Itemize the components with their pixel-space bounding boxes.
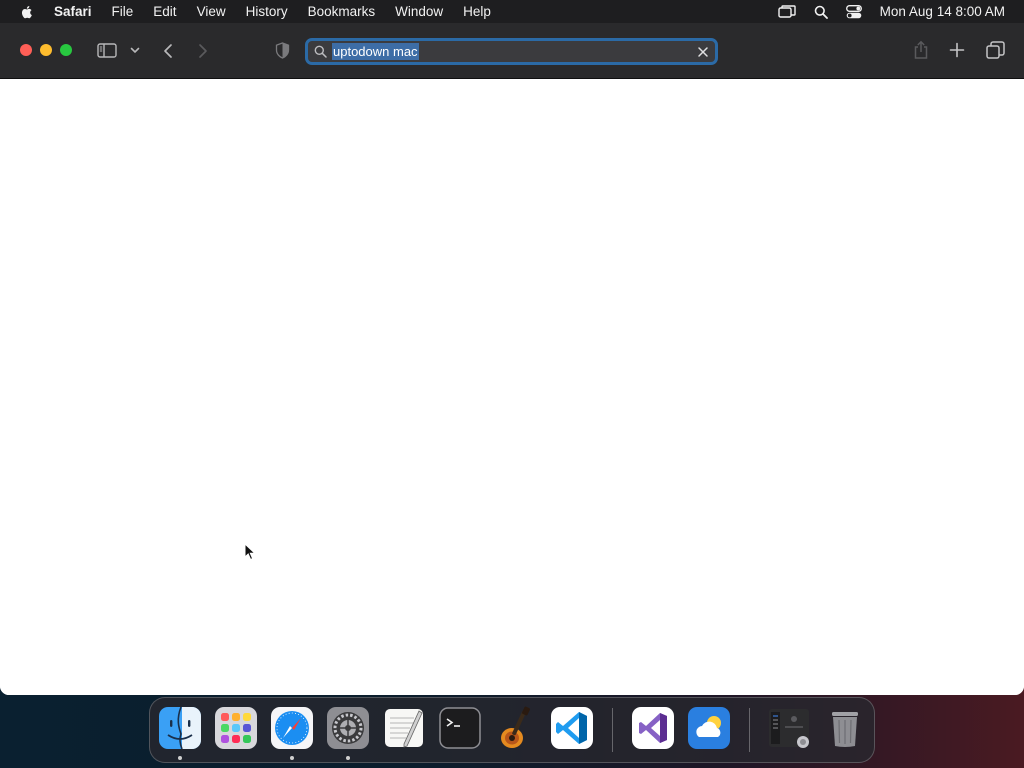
search-icon (314, 45, 327, 58)
safari-icon[interactable] (270, 706, 314, 750)
forward-chevron-icon[interactable] (197, 43, 209, 59)
browser-toolbar: uptodown mac (0, 23, 1024, 79)
trash-icon[interactable] (823, 706, 867, 750)
control-center-icon[interactable] (845, 4, 862, 19)
clear-address-icon[interactable] (695, 44, 711, 60)
web-content-area[interactable] (0, 79, 1024, 695)
dock-separator (749, 708, 750, 752)
spotlight-search-icon[interactable] (814, 5, 828, 19)
system-settings-running-indicator (346, 756, 350, 760)
new-tab-plus-icon[interactable] (949, 42, 965, 58)
menu-edit[interactable]: Edit (153, 4, 176, 19)
close-window-button[interactable] (20, 44, 32, 56)
visual-studio-icon[interactable] (631, 706, 675, 750)
menu-history[interactable]: History (246, 4, 288, 19)
launchpad-icon[interactable] (214, 706, 258, 750)
back-chevron-icon[interactable] (162, 43, 174, 59)
tab-overview-icon[interactable] (986, 41, 1005, 59)
menu-view[interactable]: View (197, 4, 226, 19)
tab-group-chevron-down-icon[interactable] (130, 47, 140, 54)
sidebar-toggle-icon[interactable] (97, 43, 117, 58)
terminal-icon[interactable] (438, 706, 482, 750)
screen-mirroring-icon[interactable] (777, 4, 796, 19)
finder-running-indicator (178, 756, 182, 760)
mouse-pointer-icon (244, 543, 256, 561)
menu-app-safari[interactable]: Safari (54, 4, 92, 19)
vscode-icon[interactable] (550, 706, 594, 750)
apple-menu-icon[interactable] (19, 4, 35, 20)
downloads-stack-icon[interactable] (767, 706, 811, 750)
zoom-window-button[interactable] (60, 44, 72, 56)
system-settings-icon[interactable] (326, 706, 370, 750)
address-bar[interactable]: uptodown mac (305, 38, 718, 65)
share-icon[interactable] (912, 40, 930, 60)
safari-running-indicator (290, 756, 294, 760)
safari-window: uptodown mac (0, 23, 1024, 695)
menu-bar: Safari File Edit View History Bookmarks … (0, 0, 1024, 23)
menu-help[interactable]: Help (463, 4, 491, 19)
address-bar-text[interactable]: uptodown mac (332, 43, 419, 60)
menubar-clock[interactable]: Mon Aug 14 8:00 AM (880, 4, 1005, 19)
dock-separator (612, 708, 613, 752)
menu-file[interactable]: File (112, 4, 134, 19)
privacy-shield-icon[interactable] (275, 42, 290, 59)
dock (149, 697, 875, 763)
finder-icon[interactable] (158, 706, 202, 750)
weather-icon[interactable] (687, 706, 731, 750)
minimize-window-button[interactable] (40, 44, 52, 56)
garageband-icon[interactable] (494, 706, 538, 750)
menu-window[interactable]: Window (395, 4, 443, 19)
menu-bookmarks[interactable]: Bookmarks (308, 4, 376, 19)
textedit-icon[interactable] (382, 706, 426, 750)
